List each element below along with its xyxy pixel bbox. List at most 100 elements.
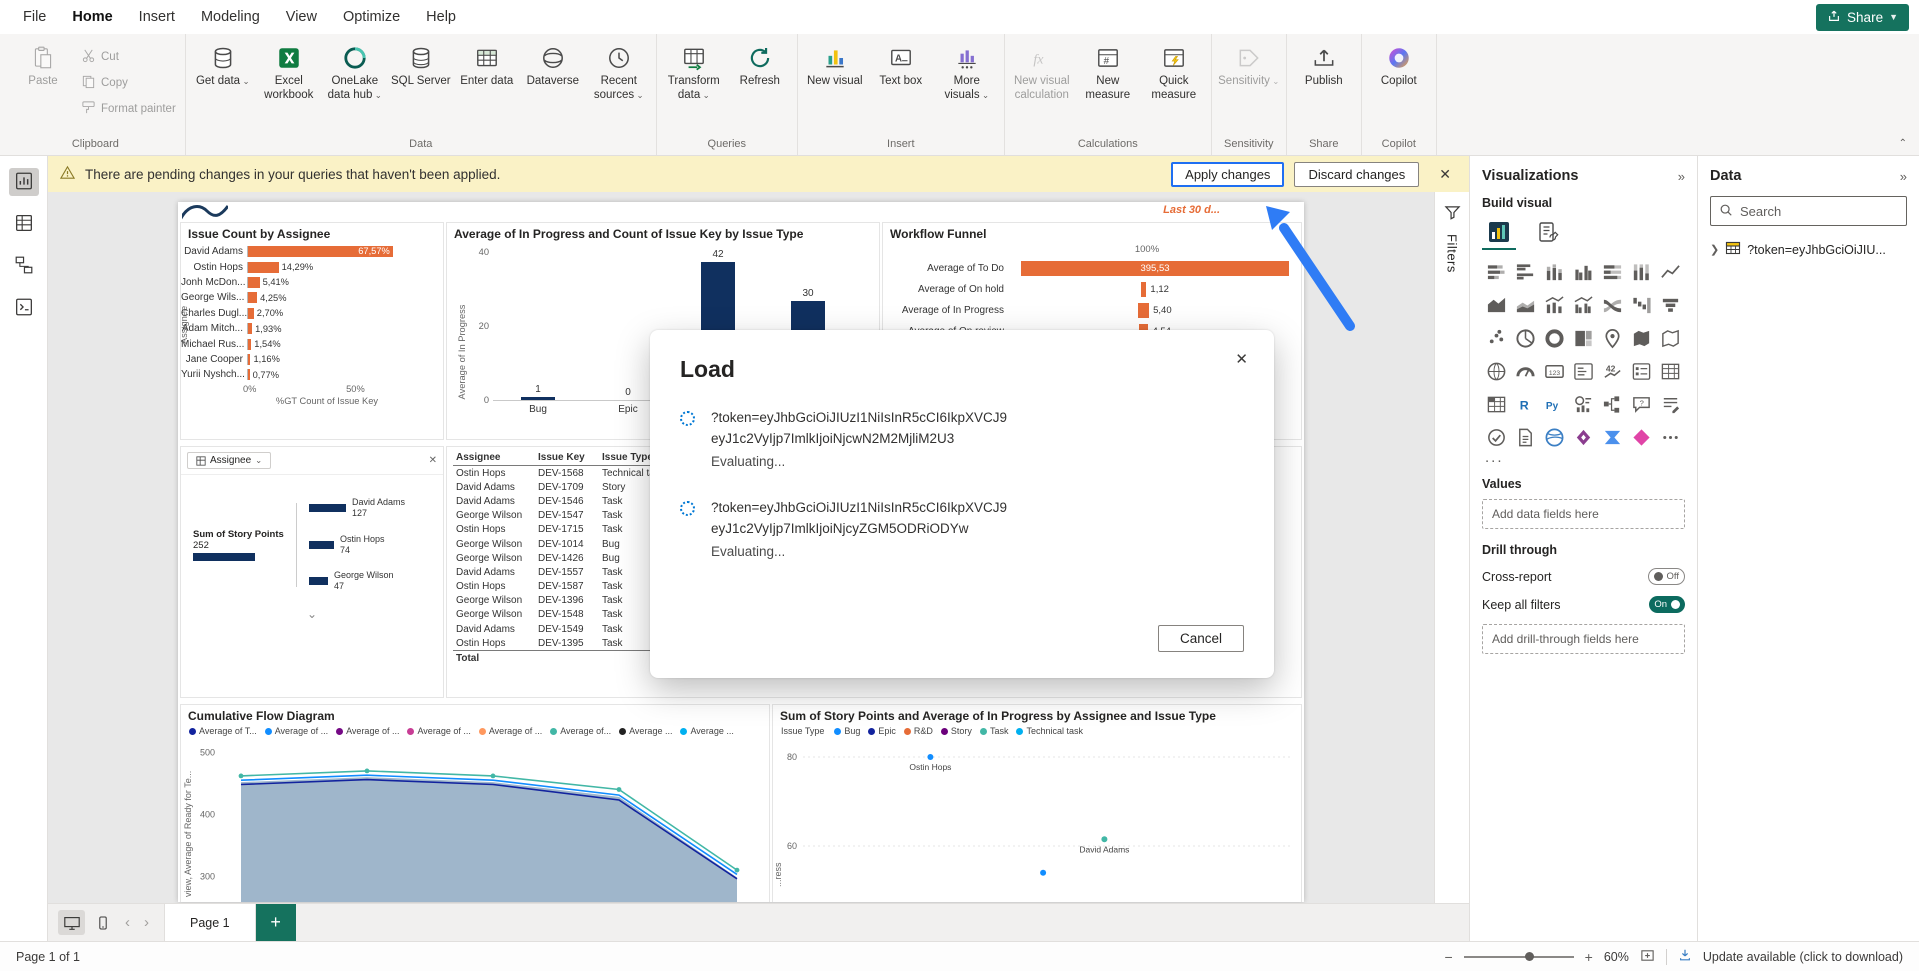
menu-help[interactable]: Help [413,0,469,34]
share-button[interactable]: Share ▼ [1816,4,1909,31]
bar-george-wils[interactable]: George Wils...4,25% [181,290,443,305]
table-icon[interactable] [1658,359,1684,383]
cancel-button[interactable]: Cancel [1158,625,1244,652]
ribbon-cut-button[interactable]: Cut [81,48,176,66]
kpi-icon[interactable]: 42 [1600,359,1626,383]
legend-item[interactable]: Average of ... [407,726,470,736]
power-apps-icon[interactable] [1571,425,1597,449]
menu-optimize[interactable]: Optimize [330,0,413,34]
data-search-input[interactable]: Search [1710,196,1907,226]
tree-root-node[interactable]: Sum of Story Points252 [181,529,285,561]
ribbon-sensitivity-button[interactable]: Sensitivity ⌄ [1217,38,1281,89]
clustered-column-chart-icon[interactable] [1571,260,1597,284]
new-page-button[interactable]: + [256,904,296,941]
add-data-fields-well[interactable]: Add data fields here [1482,499,1685,529]
legend-item[interactable]: R&D [904,726,933,736]
stacked-column-chart-icon[interactable] [1542,260,1568,284]
funnel-chart-icon[interactable] [1658,293,1684,317]
legend-item[interactable]: Average of ... [265,726,328,736]
ribbon-recent-sources-button[interactable]: Recent sources ⌄ [587,38,651,102]
ribbon-transform-data-button[interactable]: Transform data ⌄ [662,38,726,102]
ribbon-excel-workbook-button[interactable]: Excel workbook [257,38,321,102]
shape-map-icon[interactable] [1658,326,1684,350]
bar-yurii-nyshch[interactable]: Yurii Nyshch...0,77% [181,367,443,382]
more-visual-options-icon[interactable]: ... [1485,453,1685,463]
ribbon-new-measure-button[interactable]: #New measure [1076,38,1140,102]
stacked-bar-chart-icon[interactable] [1484,260,1510,284]
update-available-link[interactable]: Update available (click to download) [1703,950,1903,964]
banner-close-icon[interactable]: ✕ [1439,166,1451,183]
collapse-data-panel-icon[interactable]: » [1900,169,1907,184]
next-page-icon[interactable]: › [139,914,154,931]
funnel-average-of-on-hold[interactable]: Average of On hold1,12 [883,279,1301,300]
ribbon-dataverse-button[interactable]: Dataverse [521,38,585,89]
page-tab-page1[interactable]: Page 1 [164,904,256,941]
ribbon-new-visual-calculation-button[interactable]: fxNew visual calculation [1010,38,1074,102]
zoom-slider[interactable] [1464,951,1574,963]
decomposition-tree-icon[interactable] [1600,392,1626,416]
fit-to-page-icon[interactable] [1640,948,1655,966]
chevron-right-icon[interactable]: ❯ [1710,243,1719,256]
menu-view[interactable]: View [273,0,330,34]
matrix-icon[interactable] [1484,392,1510,416]
ribbon-onelake-data-hub-button[interactable]: OneLake data hub ⌄ [323,38,387,102]
area-chart-icon[interactable] [1484,293,1510,317]
legend-item[interactable]: Technical task [1016,726,1083,736]
azure-map-icon[interactable] [1484,359,1510,383]
funnel-average-of-to-do[interactable]: Average of To Do395,53 [883,258,1301,279]
dialog-close-icon[interactable]: ✕ [1235,350,1248,368]
clustered-bar-chart-icon[interactable] [1513,260,1539,284]
legend-item[interactable]: Bug [834,726,860,736]
legend-item[interactable]: Task [980,726,1009,736]
ribbon-format-painter-button[interactable]: Format painter [81,100,176,118]
ribbon-more-visuals-button[interactable]: More visuals ⌄ [935,38,999,102]
line-chart-icon[interactable] [1658,260,1684,284]
format-visual-tab[interactable] [1532,218,1566,250]
build-visual-tab[interactable] [1482,218,1516,250]
treemap-icon[interactable] [1571,326,1597,350]
legend-item[interactable]: Average of T... [189,726,257,736]
legend-item[interactable]: Average of ... [336,726,399,736]
ribbon-quick-measure-button[interactable]: Quick measure [1142,38,1206,102]
pie-chart-icon[interactable] [1513,326,1539,350]
remove-field-icon[interactable]: ✕ [429,455,437,466]
donut-chart-icon[interactable] [1542,326,1568,350]
mobile-layout-icon[interactable] [89,910,116,935]
zoom-out-icon[interactable]: − [1444,949,1452,965]
tree-node-ostin-hops[interactable]: Ostin Hops74 [309,534,405,557]
bar-jane-cooper[interactable]: Jane Cooper1,16% [181,352,443,367]
tree-node-george-wilson[interactable]: George Wilson47 [309,570,405,593]
ribbon-new-visual-button[interactable]: New visual [803,38,867,89]
paginated-report-icon[interactable] [1513,425,1539,449]
slicer-icon[interactable] [1629,359,1655,383]
cross-report-toggle[interactable]: Off [1648,568,1686,585]
power-automate-icon[interactable] [1600,425,1626,449]
expand-tree-icon[interactable]: ⌄ [181,607,443,621]
100-stacked-bar-chart-icon[interactable] [1600,260,1626,284]
table-view-button[interactable] [9,210,39,238]
bar-michael-rus[interactable]: Michael Rus...1,54% [181,336,443,351]
r-script-visual-icon[interactable]: R [1513,392,1539,416]
filled-map-icon[interactable] [1629,326,1655,350]
ribbon-publish-button[interactable]: Publish [1292,38,1356,89]
data-table-item[interactable]: ❯ ?token=eyJhbGciOiJIU... [1710,240,1907,259]
filters-panel-collapsed[interactable]: Filters [1434,192,1469,903]
collapse-visualizations-icon[interactable]: » [1678,169,1685,184]
arcgis-map-icon[interactable] [1542,425,1568,449]
visual-decomposition-tree[interactable]: Assignee ⌄✕ Sum of Story Points252 David… [180,446,444,698]
map-icon[interactable] [1600,326,1626,350]
waterfall-chart-icon[interactable] [1629,293,1655,317]
add-drill-fields-well[interactable]: Add drill-through fields here [1482,624,1685,654]
gauge-icon[interactable] [1513,359,1539,383]
line-and-stacked-column-chart-icon[interactable] [1542,293,1568,317]
discard-changes-button[interactable]: Discard changes [1294,162,1419,187]
key-influencers-icon[interactable] [1571,392,1597,416]
ribbon-enter-data-button[interactable]: Enter data [455,38,519,89]
legend-item[interactable]: Average of ... [479,726,542,736]
ribbon-copilot-button[interactable]: Copilot [1367,38,1431,89]
ribbon-text-box-button[interactable]: AText box [869,38,933,89]
tree-node-david-adams[interactable]: David Adams127 [309,497,405,520]
dax-query-view-button[interactable] [9,294,39,322]
bar-adam-mitch[interactable]: Adam Mitch...1,93% [181,321,443,336]
line-and-clustered-column-chart-icon[interactable] [1571,293,1597,317]
